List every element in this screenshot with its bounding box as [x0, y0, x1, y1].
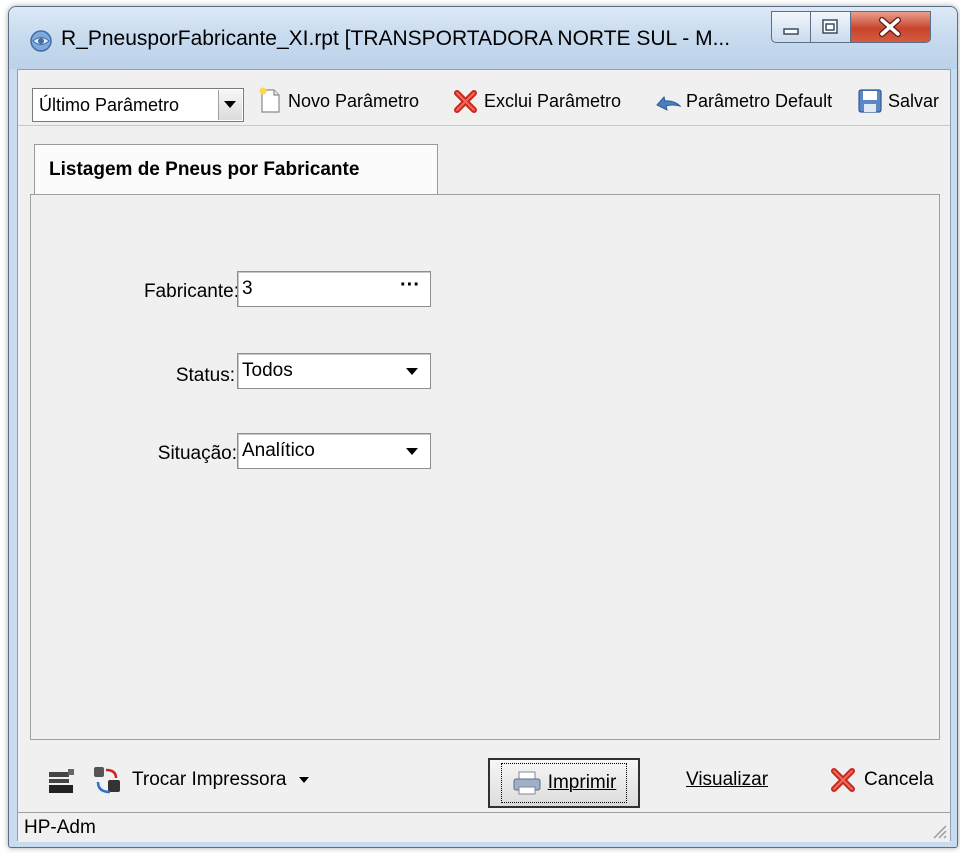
tab-label: Listagem de Pneus por Fabricante: [49, 159, 360, 180]
delete-x-icon: [454, 90, 477, 113]
minimize-icon: [783, 28, 799, 35]
situacao-value: Analítico: [242, 440, 315, 461]
parameter-select-dropdown-button[interactable]: [218, 90, 242, 120]
undo-arrow-icon: [656, 95, 682, 111]
salvar-label: Salvar: [888, 90, 940, 111]
status-select[interactable]: Todos: [237, 353, 431, 389]
close-button[interactable]: [851, 11, 931, 43]
status-bar: HP-Adm: [18, 812, 950, 842]
cancela-button[interactable]: Cancela: [828, 762, 934, 798]
window-title: R_PneusporFabricante_XI.rpt [TRANSPORTAD…: [61, 27, 731, 50]
save-floppy-icon: [858, 89, 882, 113]
situacao-label: Situação:: [157, 443, 237, 464]
parametro-default-label: Parâmetro Default: [686, 90, 833, 111]
minimize-button[interactable]: [771, 11, 811, 43]
visualizar-button[interactable]: Visualizar: [686, 762, 768, 798]
novo-parametro-label: Novo Parâmetro: [288, 90, 420, 111]
bottom-action-bar: Trocar Impressora Imprimir Visualizar Ca…: [18, 750, 950, 812]
maximize-icon: [822, 19, 838, 34]
novo-parametro-button[interactable]: Novo Parâmetro: [256, 84, 419, 118]
fabricante-label: Fabricante:: [143, 281, 239, 302]
visualizar-label: Visualizar: [686, 769, 769, 790]
report-window: R_PneusporFabricante_XI.rpt [TRANSPORTAD…: [8, 6, 958, 848]
tab-listagem-pneus[interactable]: Listagem de Pneus por Fabricante: [34, 144, 438, 196]
status-value: Todos: [242, 360, 293, 381]
maximize-button[interactable]: [811, 11, 851, 43]
toolbar: Último Parâmetro Novo Parâmetro Exclui P…: [18, 70, 950, 126]
resize-grip-icon[interactable]: [928, 820, 948, 840]
imprimir-label: Imprimir: [547, 772, 617, 793]
printer-settings-icon[interactable]: [46, 766, 78, 796]
chevron-down-icon: [224, 101, 236, 108]
report-app-icon: [30, 30, 52, 52]
parameter-select[interactable]: Último Parâmetro: [32, 88, 244, 122]
chevron-down-icon: [406, 368, 418, 375]
imprimir-button[interactable]: Imprimir: [488, 758, 640, 808]
trocar-impressora-button[interactable]: Trocar Impressora: [90, 762, 315, 798]
printer-icon: [513, 771, 541, 795]
swap-printer-icon: [94, 767, 120, 794]
exclui-parametro-label: Exclui Parâmetro: [484, 90, 622, 111]
status-label: Status:: [175, 365, 235, 386]
tab-panel: Fabricante: 3 ··· Status: Todos Situação…: [30, 194, 940, 740]
parameter-select-value: Último Parâmetro: [39, 95, 180, 115]
exclui-parametro-button[interactable]: Exclui Parâmetro: [452, 84, 621, 118]
cancel-x-icon: [831, 768, 855, 792]
fabricante-field[interactable]: 3 ···: [237, 271, 431, 307]
title-bar[interactable]: R_PneusporFabricante_XI.rpt [TRANSPORTAD…: [9, 7, 957, 69]
chevron-down-icon: [298, 777, 309, 783]
trocar-impressora-label: Trocar Impressora: [132, 769, 287, 790]
chevron-down-icon: [406, 448, 418, 455]
salvar-button[interactable]: Salvar: [856, 84, 939, 118]
status-printer-name: HP-Adm: [24, 817, 96, 838]
situacao-select[interactable]: Analítico: [237, 433, 431, 469]
window-client-area: Último Parâmetro Novo Parâmetro Exclui P…: [17, 69, 951, 842]
close-icon: [879, 17, 901, 37]
cancela-label: Cancela: [864, 769, 934, 790]
fabricante-value: 3: [242, 278, 253, 299]
ellipsis-lookup-button[interactable]: ···: [400, 274, 420, 297]
parametro-default-button[interactable]: Parâmetro Default: [654, 84, 832, 118]
new-document-icon: [259, 87, 280, 113]
